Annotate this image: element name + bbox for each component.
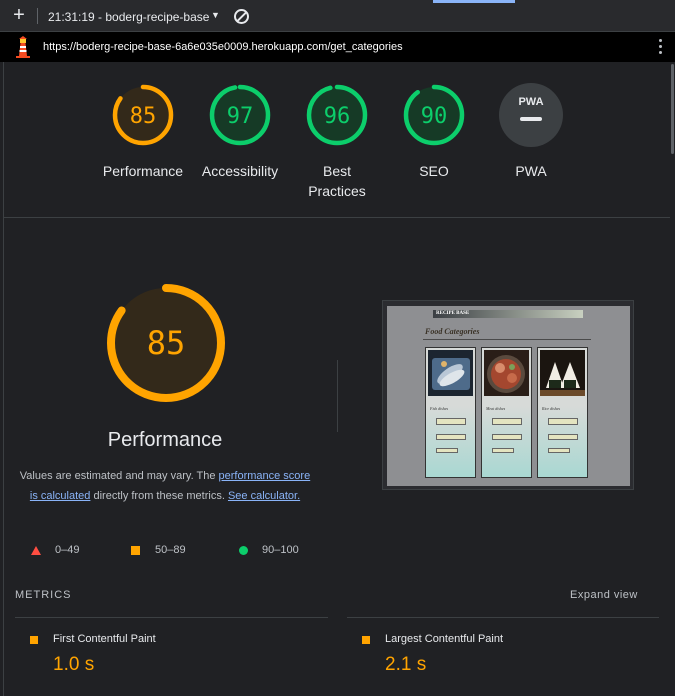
gauge-score: 90 xyxy=(421,104,448,129)
lighthouse-icon xyxy=(16,36,30,58)
legend-average: 50–89 xyxy=(155,544,186,556)
gauge-label: Best Practices xyxy=(308,163,366,199)
screenshot-brand: RECIPE BASE xyxy=(436,311,470,316)
score-gauge-best-practices[interactable]: 96 Best Practices xyxy=(287,83,387,201)
active-tab-indicator xyxy=(433,0,515,3)
gauge-score: 85 xyxy=(130,104,157,129)
screenshot-rule xyxy=(423,339,591,340)
fcp-square-icon xyxy=(30,636,38,644)
meat-image xyxy=(484,350,529,396)
fail-triangle-icon xyxy=(31,546,41,555)
screenshot-card-meat: Meat dishes xyxy=(481,347,532,478)
clear-icon[interactable] xyxy=(234,9,249,24)
see-calculator-link[interactable]: See calculator. xyxy=(228,490,300,502)
final-screenshot[interactable]: RECIPE BASE Food Categories Fish dishes xyxy=(382,300,634,490)
score-gauge-accessibility[interactable]: 97 Accessibility xyxy=(190,83,290,181)
metric-fcp-name: First Contentful Paint xyxy=(53,633,156,645)
pass-circle-icon xyxy=(239,546,248,555)
score-gauge-performance[interactable]: 85 Performance xyxy=(93,83,193,181)
legend-fail: 0–49 xyxy=(55,544,80,556)
screenshot-card-rice: Rice dishes xyxy=(537,347,588,478)
gauge-label: PWA xyxy=(515,163,547,179)
card-caption: Meat dishes xyxy=(486,406,506,411)
pwa-badge-text: PWA xyxy=(518,96,543,108)
metric-lcp-value: 2.1 s xyxy=(385,654,427,675)
scrollbar-thumb[interactable] xyxy=(671,64,674,154)
gauge-label: SEO xyxy=(419,163,449,179)
description-text-2: directly from these metrics. xyxy=(90,490,228,502)
fish-image xyxy=(428,350,473,396)
scrollbar[interactable] xyxy=(669,62,675,696)
gauge-label: Accessibility xyxy=(201,163,279,179)
pwa-badge-icon: PWA xyxy=(499,83,563,147)
section-divider xyxy=(4,217,670,218)
legend-pass: 90–100 xyxy=(262,544,299,556)
description-text-1: Values are estimated and may vary. The xyxy=(19,470,219,482)
screenshot-content: RECIPE BASE Food Categories Fish dishes xyxy=(387,306,630,486)
gauge-ring: 90 xyxy=(403,84,465,146)
report-selector[interactable]: 21:31:19 - boderg-recipe-base xyxy=(48,10,209,24)
screenshot-navbar: RECIPE BASE xyxy=(433,310,583,318)
toolbar-divider xyxy=(37,8,38,24)
performance-gauge-large: 85 xyxy=(107,284,225,402)
rice-image xyxy=(540,350,585,396)
gauge-label: Performance xyxy=(102,163,184,179)
metrics-heading: METRICS xyxy=(15,589,72,601)
metric-divider xyxy=(347,617,659,618)
metric-divider xyxy=(15,617,328,618)
devtools-toolbar: + 21:31:19 - boderg-recipe-base ▼ xyxy=(0,0,675,32)
gauge-ring: 97 xyxy=(209,84,271,146)
gauge-score: 97 xyxy=(227,104,254,129)
expand-view-button[interactable]: Expand view xyxy=(570,589,638,601)
screenshot-card-fish: Fish dishes xyxy=(425,347,476,478)
report-url-bar: https://boderg-recipe-base-6a6e035e0009.… xyxy=(0,32,675,62)
lcp-square-icon xyxy=(362,636,370,644)
vertical-divider xyxy=(337,360,338,432)
performance-title: Performance xyxy=(107,429,223,451)
chevron-down-icon[interactable]: ▼ xyxy=(211,10,220,20)
gauge-score: 96 xyxy=(324,104,351,129)
performance-score-large: 85 xyxy=(147,324,186,362)
new-report-icon[interactable]: + xyxy=(9,5,29,25)
score-gauge-pwa[interactable]: PWA PWA xyxy=(481,83,581,181)
card-caption: Fish dishes xyxy=(430,406,449,411)
screenshot-heading: Food Categories xyxy=(425,327,480,336)
metric-lcp-name: Largest Contentful Paint xyxy=(385,633,504,645)
average-square-icon xyxy=(131,546,140,555)
card-caption: Rice dishes xyxy=(542,406,561,411)
gauge-ring: 85 xyxy=(112,84,174,146)
gauge-ring: 96 xyxy=(306,84,368,146)
performance-description: Values are estimated and may vary. The p… xyxy=(18,466,312,506)
score-gauge-seo[interactable]: 90 SEO xyxy=(384,83,484,181)
report-url: https://boderg-recipe-base-6a6e035e0009.… xyxy=(43,41,403,53)
metric-fcp-value: 1.0 s xyxy=(53,654,95,675)
more-options-icon[interactable] xyxy=(656,39,664,55)
